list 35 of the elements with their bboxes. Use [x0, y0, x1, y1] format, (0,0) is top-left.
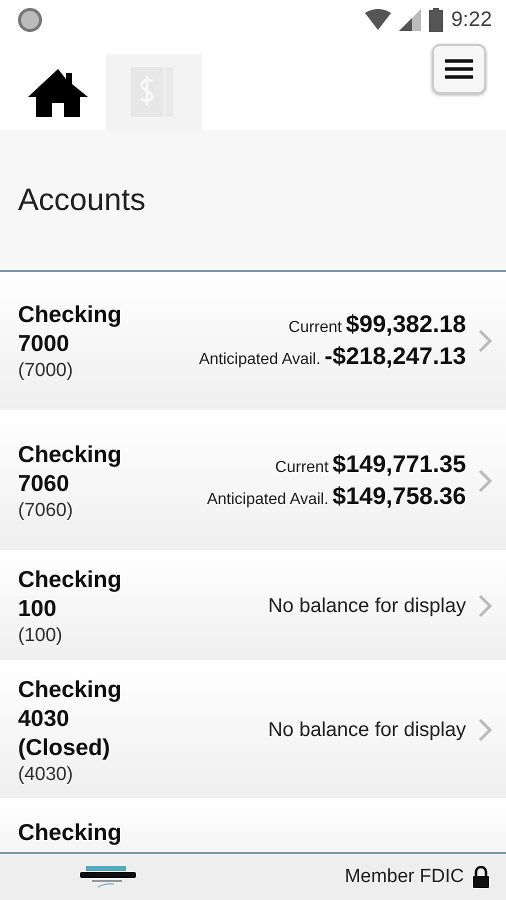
wifi-icon	[365, 9, 392, 31]
footer-text: Member FDIC	[344, 866, 464, 888]
balance-amount: $149,758.36	[332, 483, 466, 511]
notification-icon	[18, 8, 42, 32]
account-name: Checking 4030 (Closed)	[18, 674, 123, 762]
chevron-icon	[478, 594, 492, 618]
account-number: (7060)	[18, 500, 74, 522]
account-number: (100)	[18, 625, 64, 647]
clock: 9:22	[451, 8, 492, 32]
balance-label: Current	[288, 319, 342, 337]
account-name: Checking 7060	[18, 440, 123, 498]
account-number: (7000)	[18, 360, 74, 382]
balance-label: Anticipated Avail.	[206, 491, 329, 509]
no-balance-message: No balance for display	[268, 594, 466, 618]
page-title: Accounts	[18, 182, 146, 218]
balance-amount: -$218,247.13	[324, 343, 466, 371]
home-icon	[28, 67, 88, 117]
balance-amount: $99,382.18	[346, 311, 466, 339]
chevron-icon	[478, 718, 492, 742]
account-name: Checking 7000	[18, 300, 123, 358]
lock-icon	[472, 866, 490, 888]
menu-button[interactable]	[432, 44, 486, 94]
balance-label: Current	[275, 459, 329, 477]
signal-icon	[399, 9, 422, 31]
chevron-icon	[478, 469, 492, 493]
no-balance-message: No balance for display	[268, 718, 466, 742]
account-name: Checking	[18, 818, 123, 847]
account-name: Checking 100	[18, 565, 123, 623]
battery-icon	[429, 8, 444, 32]
balance-amount: $149,771.35	[332, 451, 466, 479]
chevron-icon	[478, 329, 492, 353]
account-number: (4030)	[18, 764, 74, 786]
balance-label: Anticipated Avail.	[198, 351, 321, 369]
bank-logo	[80, 866, 136, 888]
menu-icon	[445, 58, 473, 80]
